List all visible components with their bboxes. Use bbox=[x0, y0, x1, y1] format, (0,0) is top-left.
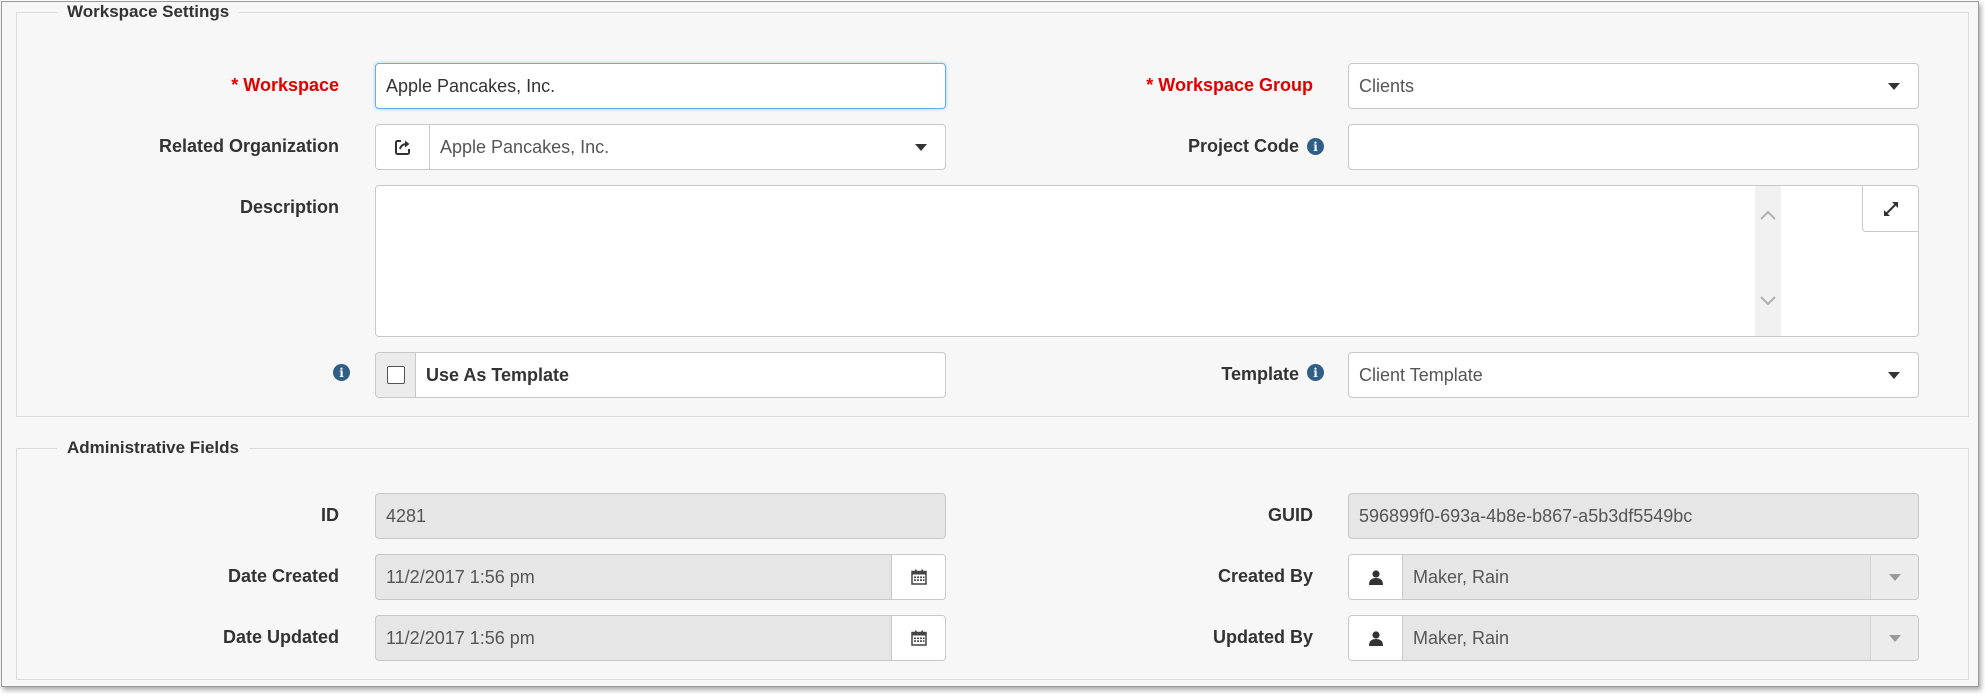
workspace-group-value: Clients bbox=[1359, 75, 1415, 96]
template-select[interactable]: Client Template bbox=[1348, 352, 1919, 398]
created-by-label: Created By bbox=[1217, 566, 1313, 586]
id-label: ID bbox=[321, 505, 339, 525]
expand-icon[interactable] bbox=[1862, 186, 1918, 232]
administrative-fields-legend: Administrative Fields bbox=[67, 438, 239, 457]
date-created-value: 11/2/2017 1:56 pm bbox=[386, 566, 535, 587]
calendar-icon[interactable] bbox=[891, 555, 945, 599]
id-field: 4281 bbox=[375, 493, 946, 539]
calendar-icon[interactable] bbox=[891, 616, 945, 660]
chevron-down-icon[interactable] bbox=[1870, 353, 1918, 397]
workspace-settings-legend: Workspace Settings bbox=[67, 2, 230, 21]
workspace-label: * Workspace bbox=[231, 75, 339, 95]
template-value: Client Template bbox=[1359, 364, 1483, 385]
date-updated-field: 11/2/2017 1:56 pm bbox=[375, 615, 946, 661]
user-icon[interactable] bbox=[1349, 555, 1403, 599]
info-icon[interactable]: i bbox=[1307, 138, 1324, 155]
date-updated-label: Date Updated bbox=[222, 627, 339, 647]
use-as-template-checkbox-group[interactable]: Use As Template bbox=[375, 352, 946, 398]
updated-by-label: Updated By bbox=[1212, 627, 1313, 647]
workspace-input[interactable]: Apple Pancakes, Inc. bbox=[375, 63, 946, 109]
related-organization-value: Apple Pancakes, Inc. bbox=[440, 136, 610, 157]
workspace-group-select[interactable]: Clients bbox=[1348, 63, 1919, 109]
scroll-down-icon[interactable] bbox=[1760, 296, 1776, 306]
chevron-down-icon[interactable] bbox=[897, 125, 945, 169]
related-organization-label: Related Organization bbox=[158, 136, 339, 156]
guid-label: GUID bbox=[1268, 505, 1313, 525]
open-external-icon[interactable] bbox=[376, 125, 430, 169]
updated-by-field: Maker, Rain bbox=[1348, 615, 1919, 661]
scroll-up-icon[interactable] bbox=[1760, 210, 1776, 220]
date-updated-value: 11/2/2017 1:56 pm bbox=[386, 627, 535, 648]
project-code-label: Project Code bbox=[1187, 136, 1299, 156]
info-icon[interactable]: i bbox=[1307, 364, 1324, 381]
date-created-field: 11/2/2017 1:56 pm bbox=[375, 554, 946, 600]
user-icon[interactable] bbox=[1349, 616, 1403, 660]
chevron-down-icon bbox=[1870, 616, 1918, 660]
use-as-template-checkbox-cell[interactable] bbox=[376, 353, 416, 397]
id-value: 4281 bbox=[386, 505, 427, 526]
use-as-template-label: Use As Template bbox=[426, 364, 570, 385]
template-label: Template bbox=[1221, 364, 1299, 384]
workspace-group-label: * Workspace Group bbox=[1146, 75, 1313, 95]
created-by-value: Maker, Rain bbox=[1413, 566, 1510, 587]
workspace-input-value: Apple Pancakes, Inc. bbox=[386, 75, 556, 96]
form-window: Workspace Settings * Workspace Apple Pan… bbox=[1, 1, 1979, 687]
description-value bbox=[376, 186, 1918, 196]
description-scrollbar[interactable] bbox=[1755, 186, 1781, 336]
use-as-template-checkbox[interactable] bbox=[386, 366, 405, 384]
updated-by-value: Maker, Rain bbox=[1413, 627, 1510, 648]
project-code-input[interactable] bbox=[1348, 124, 1919, 170]
related-organization-select[interactable]: Apple Pancakes, Inc. bbox=[375, 124, 946, 170]
created-by-field: Maker, Rain bbox=[1348, 554, 1919, 600]
date-created-label: Date Created bbox=[227, 566, 339, 586]
chevron-down-icon bbox=[1870, 555, 1918, 599]
description-textarea[interactable] bbox=[375, 185, 1919, 337]
info-icon[interactable]: i bbox=[333, 364, 350, 381]
chevron-down-icon[interactable] bbox=[1870, 64, 1918, 108]
description-label: Description bbox=[239, 197, 339, 217]
guid-value: 596899f0-693a-4b8e-b867-a5b3df5549bc bbox=[1359, 505, 1693, 526]
guid-field: 596899f0-693a-4b8e-b867-a5b3df5549bc bbox=[1348, 493, 1919, 539]
